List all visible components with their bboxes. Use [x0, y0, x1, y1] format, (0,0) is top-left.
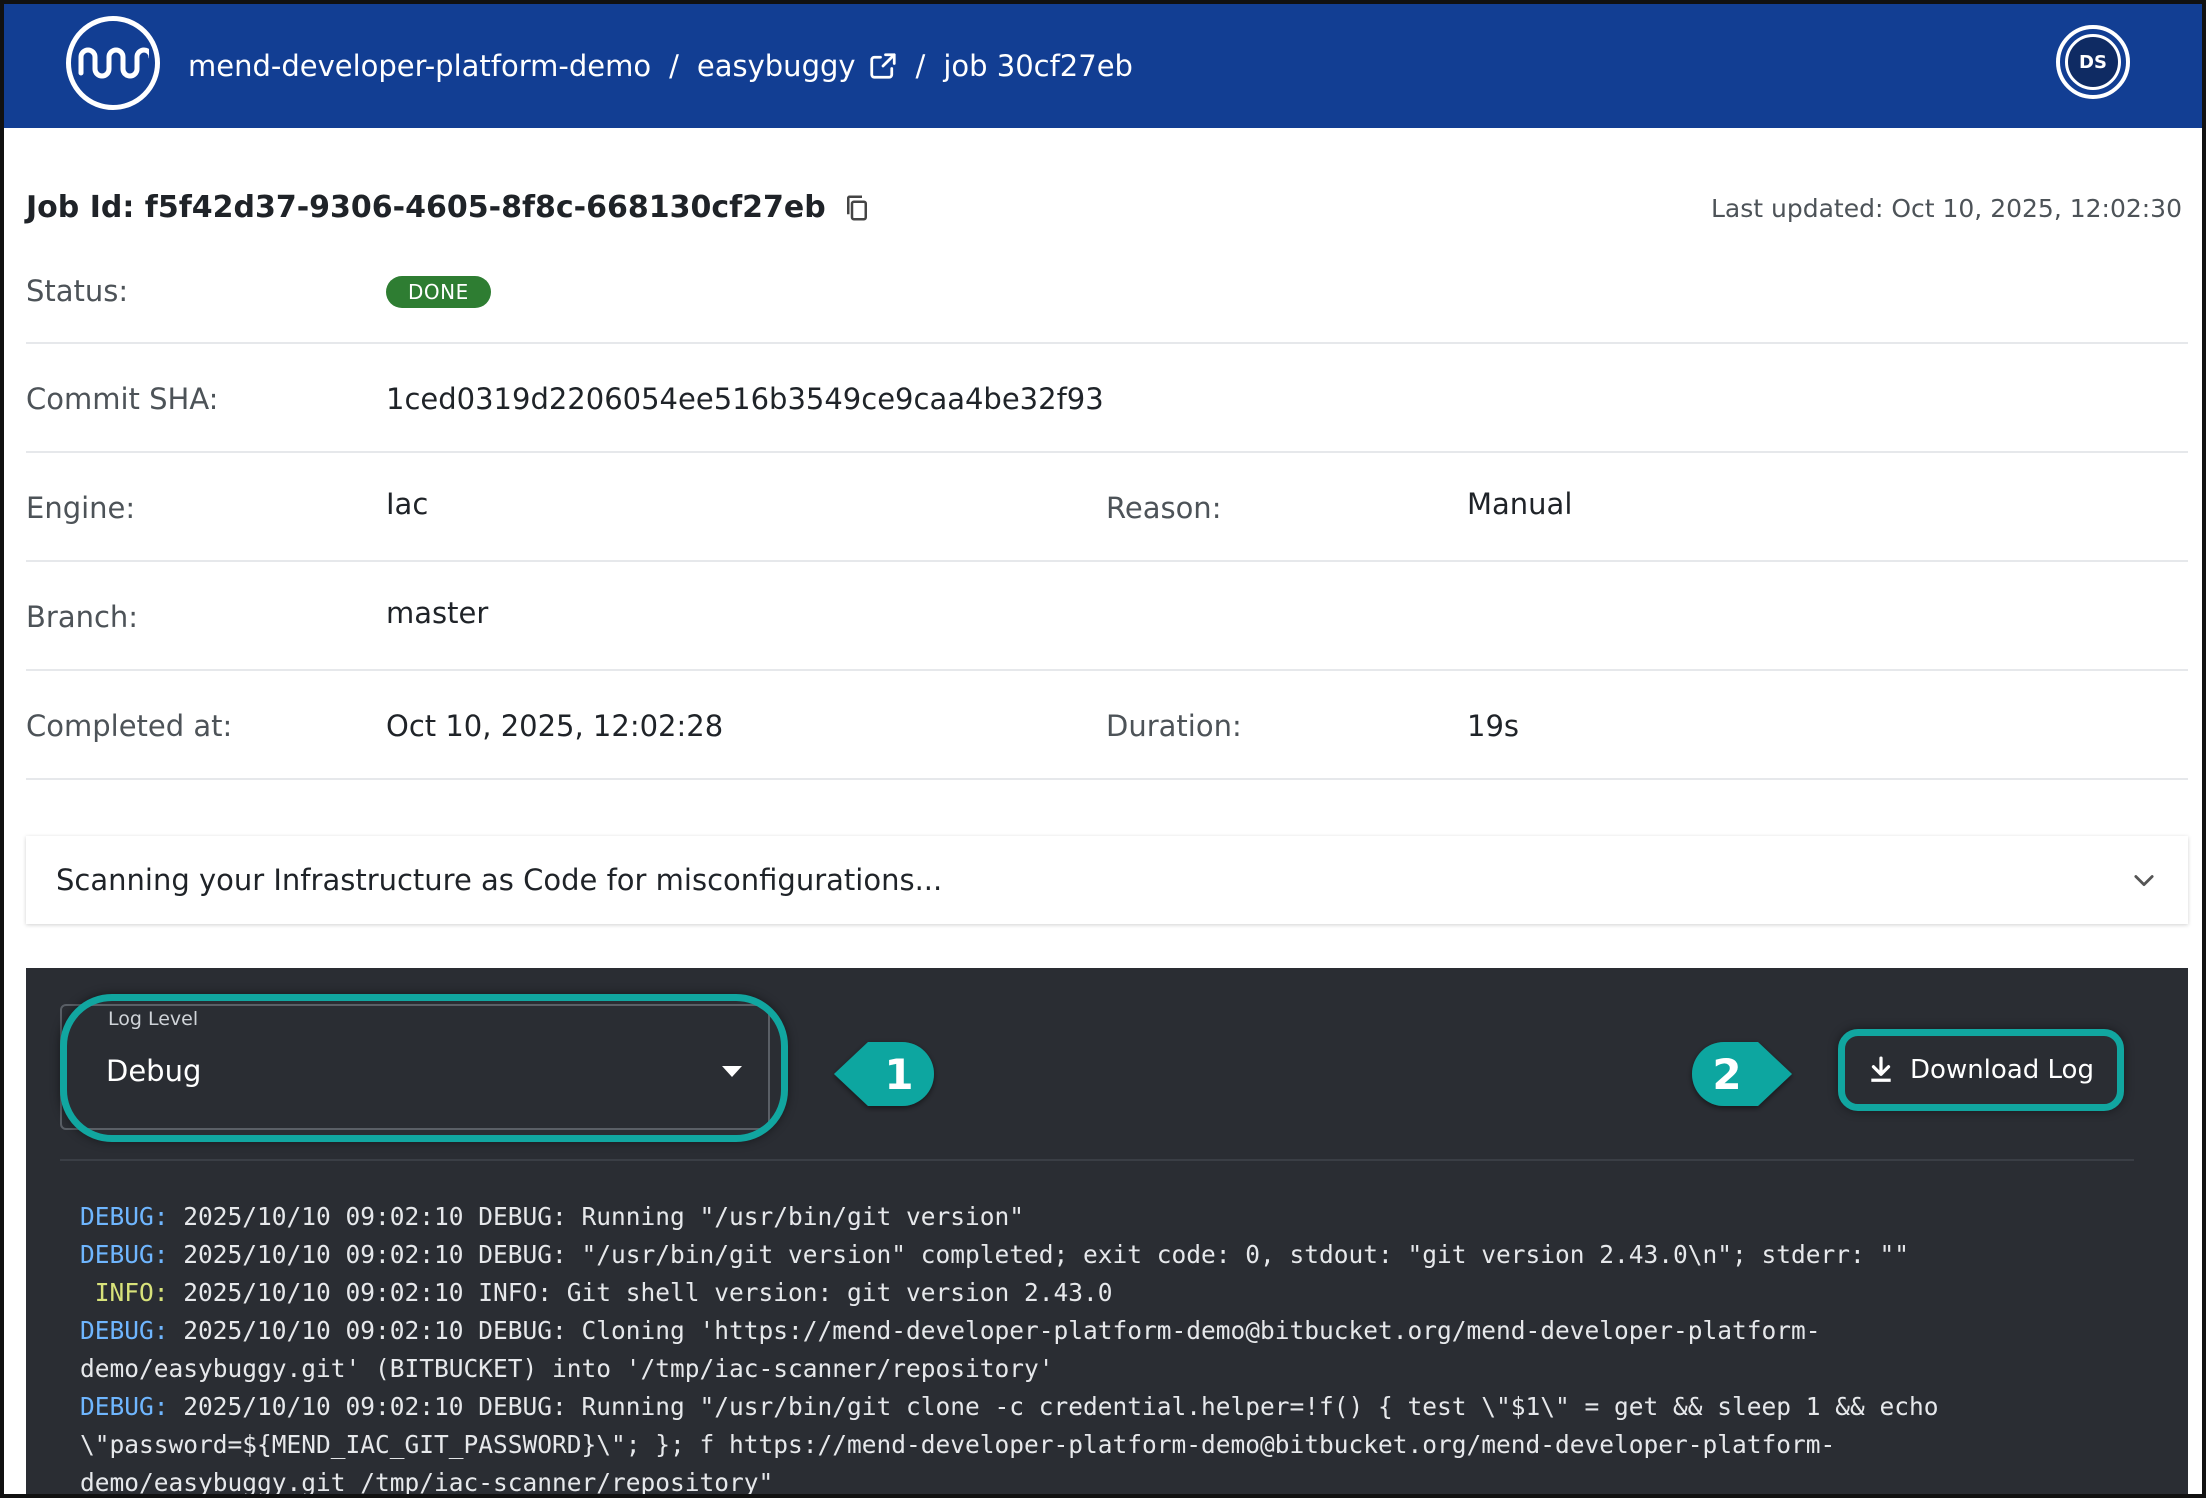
- log-level-tag: DEBUG:: [80, 1240, 169, 1269]
- log-line-text: demo/easybuggy.git' (BITBUCKET) into '/t…: [80, 1354, 1054, 1383]
- breadcrumb-repo[interactable]: easybuggy: [697, 49, 898, 83]
- job-id-text: Job Id: f5f42d37-9306-4605-8f8c-668130cf…: [26, 190, 826, 225]
- completed-at-value: Oct 10, 2025, 12:02:28: [386, 709, 724, 743]
- status-badge: DONE: [386, 276, 491, 308]
- accordion-title: Scanning your Infrastructure as Code for…: [56, 863, 943, 897]
- log-divider: [60, 1159, 2134, 1161]
- duration-value: 19s: [1467, 709, 1520, 743]
- branch-value: master: [386, 596, 489, 630]
- dropdown-caret-icon[interactable]: [720, 1064, 744, 1080]
- status-label: Status:: [26, 274, 129, 308]
- log-output: DEBUG: 2025/10/10 09:02:10 DEBUG: Runnin…: [80, 1198, 2140, 1497]
- duration-label: Duration:: [1106, 709, 1242, 743]
- log-line-text: 2025/10/10 09:02:10 INFO: Git shell vers…: [168, 1278, 1113, 1307]
- log-level-value[interactable]: Debug: [106, 1054, 201, 1088]
- download-icon: [1871, 1056, 1891, 1082]
- log-line-text: 2025/10/10 09:02:10 DEBUG: Running "/usr…: [168, 1392, 1939, 1421]
- avatar[interactable]: DS: [2056, 25, 2130, 99]
- callout-number-2: 2: [1712, 1049, 1742, 1099]
- mend-logo-icon[interactable]: [66, 16, 160, 110]
- log-line-text: demo/easybuggy.git /tmp/iac-scanner/repo…: [80, 1468, 774, 1497]
- external-link-icon[interactable]: [868, 51, 898, 81]
- engine-label: Engine:: [26, 491, 136, 525]
- chevron-down-icon[interactable]: [2130, 866, 2158, 894]
- avatar-initials: DS: [2065, 34, 2121, 90]
- detail-row-branch: Branch: master: [26, 562, 2188, 671]
- log-line-text: 2025/10/10 09:02:10 DEBUG: Running "/usr…: [168, 1202, 1025, 1231]
- log-level-legend: Log Level: [100, 1008, 207, 1030]
- engine-value: Iac: [386, 487, 429, 521]
- breadcrumb-separator: /: [915, 49, 926, 83]
- commit-sha-value: 1ced0319d2206054ee516b3549ce9caa4be32f93: [386, 382, 1104, 416]
- job-id-title: Job Id: f5f42d37-9306-4605-8f8c-668130cf…: [26, 190, 872, 225]
- callout-number-1: 1: [884, 1049, 914, 1099]
- log-line: demo/easybuggy.git' (BITBUCKET) into '/t…: [80, 1350, 2140, 1388]
- log-line: DEBUG: 2025/10/10 09:02:10 DEBUG: Runnin…: [80, 1388, 2140, 1426]
- completed-at-label: Completed at:: [26, 709, 233, 743]
- breadcrumb: mend-developer-platform-demo / easybuggy…: [188, 4, 1133, 128]
- breadcrumb-separator: /: [669, 49, 679, 83]
- top-bar: mend-developer-platform-demo / easybuggy…: [4, 4, 2202, 128]
- log-level-tag: DEBUG:: [80, 1316, 169, 1345]
- log-level-tag: DEBUG:: [80, 1392, 169, 1421]
- log-line: demo/easybuggy.git /tmp/iac-scanner/repo…: [80, 1464, 2140, 1497]
- last-updated: Last updated: Oct 10, 2025, 12:02:30: [1710, 194, 2182, 223]
- job-details: Status: DONE Commit SHA: 1ced0319d220605…: [26, 250, 2188, 780]
- detail-row-status: Status: DONE: [26, 250, 2188, 344]
- log-line-text: 2025/10/10 09:02:10 DEBUG: "/usr/bin/git…: [168, 1240, 1910, 1269]
- log-line: \"password=${MEND_IAC_GIT_PASSWORD}\"; }…: [80, 1426, 2140, 1464]
- commit-sha-label: Commit SHA:: [26, 382, 219, 416]
- log-line-text: 2025/10/10 09:02:10 DEBUG: Cloning 'http…: [168, 1316, 1821, 1345]
- log-level-tag: DEBUG:: [80, 1202, 169, 1231]
- breadcrumb-job: job 30cf27eb: [943, 49, 1133, 83]
- download-log-label: Download Log: [1910, 1055, 2094, 1085]
- detail-row-completed: Completed at: Oct 10, 2025, 12:02:28 Dur…: [26, 671, 2188, 780]
- log-line: DEBUG: 2025/10/10 09:02:10 DEBUG: "/usr/…: [80, 1236, 2140, 1274]
- scan-accordion[interactable]: Scanning your Infrastructure as Code for…: [26, 836, 2188, 924]
- log-line: INFO: 2025/10/10 09:02:10 INFO: Git shel…: [80, 1274, 2140, 1312]
- logo-wave-icon: [78, 47, 149, 79]
- detail-row-commit: Commit SHA: 1ced0319d2206054ee516b3549ce…: [26, 344, 2188, 453]
- log-level-tag: INFO:: [80, 1278, 169, 1307]
- branch-label: Branch:: [26, 600, 139, 634]
- log-line: DEBUG: 2025/10/10 09:02:10 DEBUG: Runnin…: [80, 1198, 2140, 1236]
- reason-value: Manual: [1467, 487, 1573, 521]
- breadcrumb-org[interactable]: mend-developer-platform-demo: [188, 49, 651, 83]
- log-line-text: \"password=${MEND_IAC_GIT_PASSWORD}\"; }…: [80, 1430, 1836, 1459]
- reason-label: Reason:: [1106, 491, 1222, 525]
- copy-icon[interactable]: [842, 193, 872, 223]
- log-line: DEBUG: 2025/10/10 09:02:10 DEBUG: Clonin…: [80, 1312, 2140, 1350]
- detail-row-engine: Engine: Iac Reason: Manual: [26, 453, 2188, 562]
- download-log-button[interactable]: Download Log: [1838, 1029, 2124, 1111]
- app-frame: mend-developer-platform-demo / easybuggy…: [0, 0, 2206, 1498]
- breadcrumb-repo-label[interactable]: easybuggy: [697, 49, 856, 83]
